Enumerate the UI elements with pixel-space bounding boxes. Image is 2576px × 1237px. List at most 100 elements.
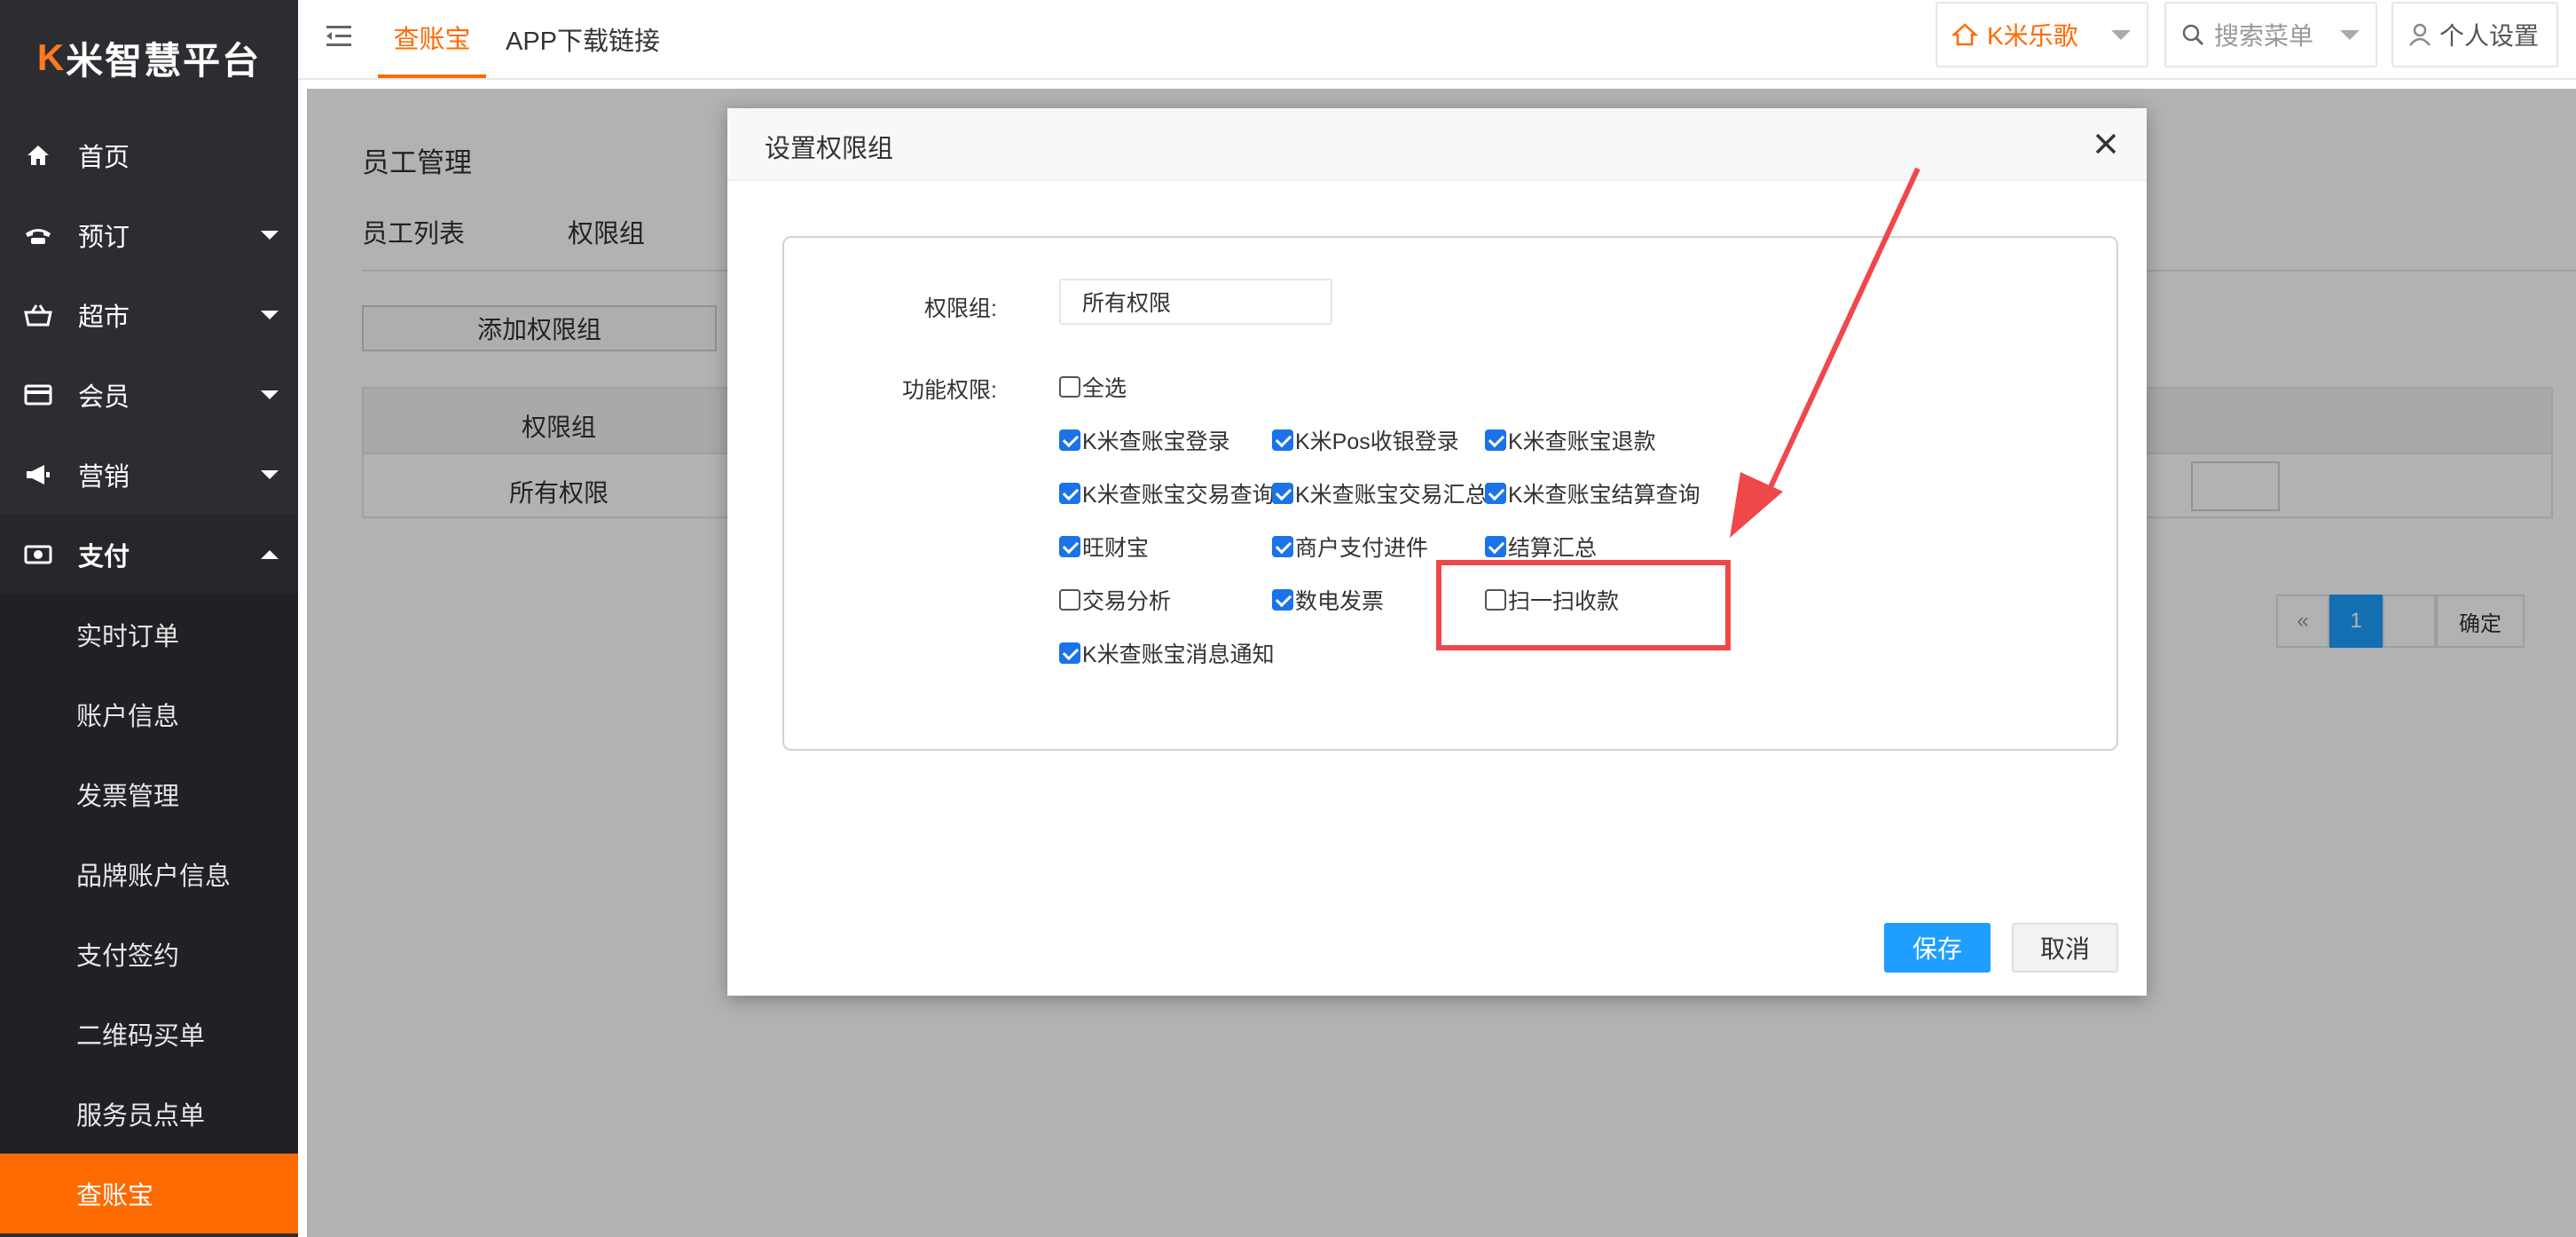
checkbox-permission[interactable]: K米查账宝结算查询 — [1485, 477, 1700, 509]
menu-collapse-icon[interactable] — [325, 23, 353, 50]
sidebar-item-member[interactable]: 会员 — [0, 355, 298, 435]
checkbox-permission[interactable]: K米Pos收银登录 — [1272, 424, 1459, 456]
sidebar-subitem-realtime-orders[interactable]: 实时订单 — [0, 595, 298, 674]
checkbox-box — [1485, 536, 1506, 557]
search-placeholder: 搜索菜单 — [2214, 22, 2314, 50]
sidebar-item-label: 营销 — [78, 463, 130, 492]
phone-icon — [23, 220, 53, 250]
chevron-down-icon — [261, 231, 279, 240]
permission-modal: 设置权限组 权限组: 所有权限 功能权限: 全选 K米查账宝登录 K米Pos收银… — [727, 108, 2147, 996]
checkbox-box — [1485, 589, 1506, 611]
sidebar-item-payment[interactable]: 支付 — [0, 515, 298, 595]
checkbox-box — [1059, 483, 1080, 504]
personal-settings-label: 个人设置 — [2439, 22, 2540, 50]
modal-title: 设置权限组 — [765, 135, 894, 163]
checkbox-permission[interactable]: 结算汇总 — [1485, 531, 1597, 563]
checkbox-permission[interactable]: 旺财宝 — [1059, 531, 1149, 563]
chevron-down-icon — [2111, 30, 2131, 40]
close-icon[interactable] — [2088, 126, 2124, 162]
chevron-down-icon — [261, 470, 279, 479]
home-icon — [1952, 22, 1978, 47]
checkbox-permission[interactable]: K米查账宝登录 — [1059, 424, 1230, 456]
sidebar-item-marketing[interactable]: 营销 — [0, 435, 298, 515]
personal-settings[interactable]: 个人设置 — [2391, 2, 2558, 67]
store-name: K米乐歌 — [1987, 22, 2078, 50]
chevron-down-icon — [261, 311, 279, 319]
checkbox-scan-payment[interactable]: 扫一扫收款 — [1485, 584, 1619, 616]
sidebar-subitem-account-info[interactable]: 账户信息 — [0, 674, 298, 754]
checkbox-box — [1272, 589, 1293, 611]
megaphone-icon — [23, 460, 53, 490]
func-label: 功能权限: — [902, 378, 997, 403]
user-icon — [2407, 22, 2432, 47]
checkbox-box — [1485, 483, 1506, 504]
checkbox-label: 旺财宝 — [1082, 536, 1150, 561]
topbar: 查账宝 APP下载链接 K米乐歌 搜索菜单 个人设置 — [298, 0, 2576, 80]
money-icon — [23, 540, 53, 570]
tab-app-download[interactable]: APP下载链接 — [506, 0, 660, 78]
checkbox-box — [1272, 483, 1293, 504]
checkbox-permission[interactable]: 交易分析 — [1059, 584, 1171, 616]
checkbox-box — [1272, 429, 1293, 451]
sidebar-item-supermarket[interactable]: 超市 — [0, 275, 298, 355]
card-icon — [23, 380, 53, 410]
checkbox-box — [1272, 536, 1293, 557]
checkbox-permission[interactable]: K米查账宝消息通知 — [1059, 637, 1275, 669]
tab-chazhangbao[interactable]: 查账宝 — [378, 0, 486, 78]
checkbox-permission[interactable]: K米查账宝交易汇总 — [1272, 477, 1488, 509]
sidebar-subitem-qrcode[interactable]: 二维码买单 — [0, 994, 298, 1074]
sidebar-item-booking[interactable]: 预订 — [0, 195, 298, 275]
checkbox-label: K米Pos收银登录 — [1295, 429, 1459, 454]
checkbox-box — [1485, 429, 1506, 451]
modal-header: 设置权限组 — [727, 108, 2147, 181]
payment-submenu: 实时订单 账户信息 发票管理 品牌账户信息 支付签约 二维码买单 服务员点单 查… — [0, 595, 298, 1233]
chevron-down-icon — [261, 390, 279, 399]
sidebar-subitem-waiter-order[interactable]: 服务员点单 — [0, 1074, 298, 1154]
permission-form: 权限组: 所有权限 功能权限: 全选 K米查账宝登录 K米Pos收银登录 K米查… — [782, 236, 2118, 751]
cancel-button[interactable]: 取消 — [2012, 923, 2118, 973]
checkbox-label: K米查账宝退款 — [1508, 429, 1656, 454]
checkbox-box — [1059, 536, 1080, 557]
search-icon — [2180, 22, 2205, 47]
sidebar-subitem-payment-sign[interactable]: 支付签约 — [0, 914, 298, 994]
group-name-input[interactable]: 所有权限 — [1059, 279, 1332, 325]
sidebar-item-label: 首页 — [78, 144, 130, 172]
checkbox-box — [1059, 429, 1080, 451]
checkbox-label: K米查账宝结算查询 — [1508, 483, 1700, 508]
checkbox-permission[interactable]: K米查账宝退款 — [1485, 424, 1656, 456]
basket-icon — [23, 300, 53, 330]
checkbox-label: 商户支付进件 — [1295, 536, 1429, 561]
checkbox-label: 数电发票 — [1295, 589, 1385, 614]
sidebar-item-home[interactable]: 首页 — [0, 115, 298, 195]
sidebar: K 米智慧平台 首页 预订 超市 会员 营销 支付 实时订单 账户信息 发票管理… — [0, 0, 298, 1237]
checkbox-box — [1059, 376, 1080, 398]
checkbox-label: 交易分析 — [1082, 589, 1172, 614]
checkbox-label: 扫一扫收款 — [1508, 589, 1620, 614]
checkbox-permission[interactable]: K米查账宝交易查询 — [1059, 477, 1275, 509]
save-button[interactable]: 保存 — [1884, 923, 1991, 973]
group-label: 权限组: — [924, 296, 997, 321]
sidebar-subitem-brand-account[interactable]: 品牌账户信息 — [0, 834, 298, 914]
checkbox-permission[interactable]: 商户支付进件 — [1272, 531, 1428, 563]
sidebar-item-label: 超市 — [78, 303, 130, 332]
sidebar-item-label: 支付 — [78, 543, 130, 571]
checkbox-label: K米查账宝消息通知 — [1082, 642, 1275, 667]
checkbox-permission[interactable]: 数电发票 — [1272, 584, 1384, 616]
chevron-up-icon — [261, 550, 279, 559]
checkbox-box — [1059, 642, 1080, 664]
sidebar-subitem-invoice[interactable]: 发票管理 — [0, 754, 298, 834]
home-icon — [23, 140, 53, 170]
checkbox-label: K米查账宝交易汇总 — [1295, 483, 1488, 508]
checkbox-label: 结算汇总 — [1508, 536, 1598, 561]
store-selector[interactable]: K米乐歌 — [1936, 2, 2148, 67]
checkbox-label: K米查账宝交易查询 — [1082, 483, 1275, 508]
sidebar-item-label: 预订 — [78, 224, 130, 252]
checkbox-box — [1059, 589, 1080, 611]
sidebar-item-label: 会员 — [78, 383, 130, 412]
sidebar-subitem-chazhangbao[interactable]: 查账宝 — [0, 1154, 298, 1233]
app-logo: K 米智慧平台 — [36, 36, 262, 82]
chevron-down-icon — [2340, 30, 2360, 40]
menu-search[interactable]: 搜索菜单 — [2164, 2, 2377, 67]
checkbox-label: K米查账宝登录 — [1082, 429, 1230, 454]
checkbox-select-all[interactable]: 全选 — [1059, 371, 1127, 403]
